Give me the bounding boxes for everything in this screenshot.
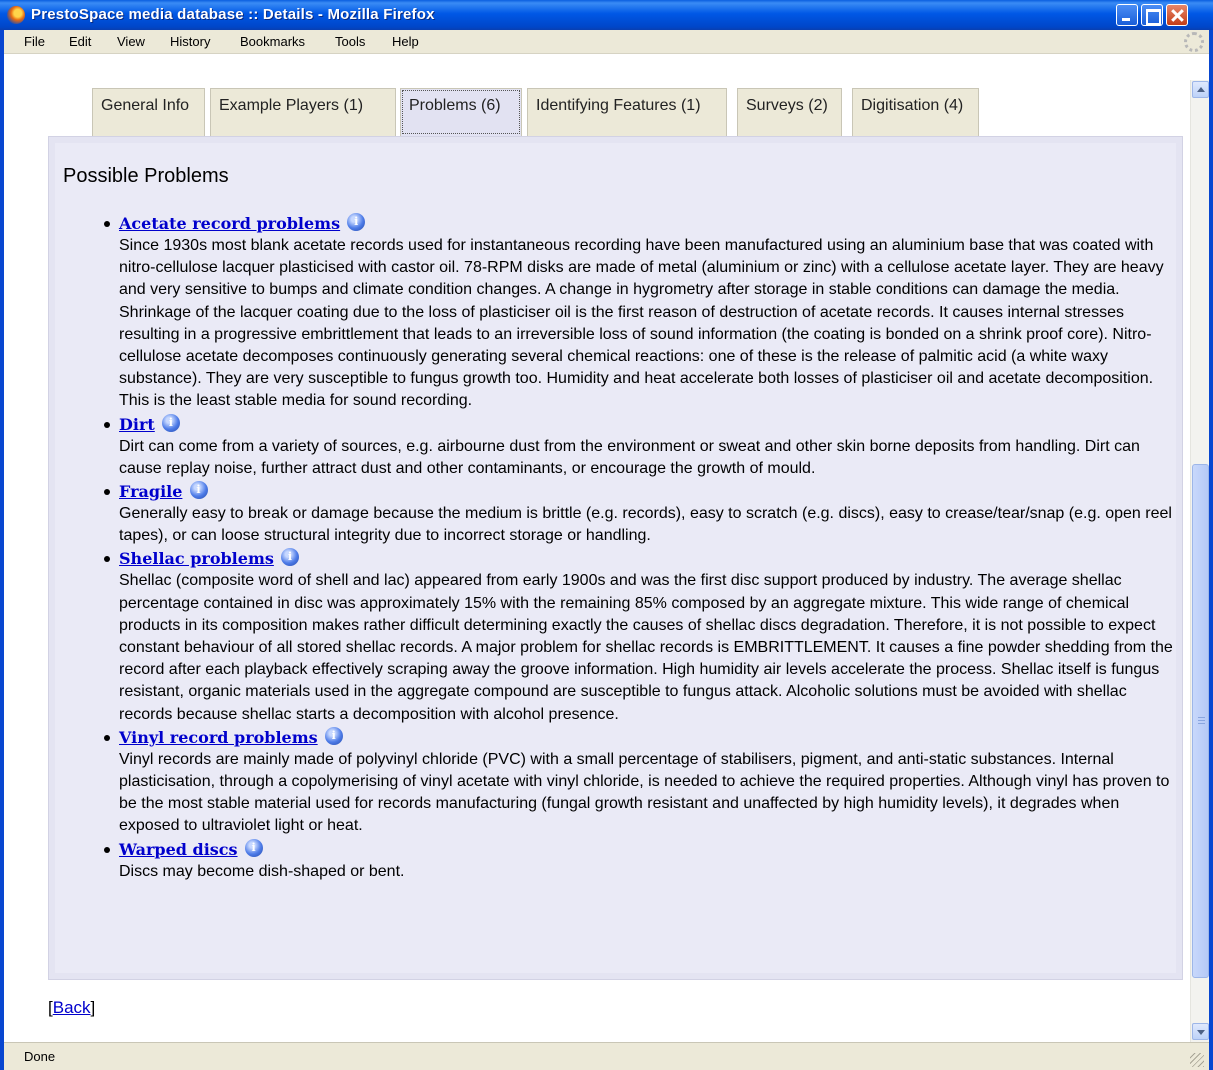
arrow-down-icon: [1197, 1030, 1205, 1035]
list-item: Vinyl record problems i Vinyl records ar…: [55, 726, 1176, 838]
menu-edit[interactable]: Edit: [69, 34, 91, 49]
window-title: PrestoSpace media database :: Details - …: [31, 6, 435, 23]
grip-line: [1198, 723, 1205, 724]
resize-grip-icon[interactable]: [1190, 1053, 1204, 1067]
back-bracket-close: ]: [90, 998, 96, 1017]
problem-link-warped[interactable]: Warped discs: [119, 840, 238, 859]
bullet: [104, 489, 110, 496]
tab-example-players[interactable]: Example Players (1): [210, 88, 396, 136]
list-item: Acetate record problems i Since 1930s mo…: [55, 213, 1176, 413]
vertical-scrollbar[interactable]: [1190, 80, 1209, 1042]
problem-link-fragile[interactable]: Fragile: [119, 482, 182, 501]
scroll-up-button[interactable]: [1192, 81, 1209, 98]
tab-digitisation[interactable]: Digitisation (4): [852, 88, 979, 136]
back-link[interactable]: Back: [53, 998, 91, 1017]
back-container: [Back]: [48, 998, 95, 1018]
minimize-button[interactable]: [1116, 4, 1138, 26]
menu-help[interactable]: Help: [392, 34, 419, 49]
problem-description: Discs may become dish-shaped or bent.: [119, 862, 405, 880]
info-icon[interactable]: i: [347, 213, 366, 231]
problem-link-shellac[interactable]: Shellac problems: [119, 549, 274, 568]
problem-description: Shellac (composite word of shell and lac…: [119, 572, 1173, 723]
window-titlebar[interactable]: PrestoSpace media database :: Details - …: [0, 0, 1213, 30]
info-icon[interactable]: i: [280, 548, 299, 567]
bullet: [104, 221, 110, 227]
list-item: Warped discs i Discs may become dish-sha…: [55, 838, 1176, 883]
grip-line: [1198, 717, 1205, 718]
menu-history[interactable]: History: [170, 34, 210, 49]
tab-surveys[interactable]: Surveys (2): [737, 88, 842, 136]
tab-general-info[interactable]: General Info: [92, 88, 205, 136]
section-title: Possible Problems: [63, 165, 229, 187]
problem-link-dirt[interactable]: Dirt: [119, 415, 155, 434]
info-icon[interactable]: i: [161, 413, 180, 432]
problem-link-acetate[interactable]: Acetate record problems: [119, 214, 340, 233]
bullet: [104, 846, 110, 853]
problem-description: Vinyl records are mainly made of polyvin…: [119, 750, 1170, 835]
bullet: [104, 421, 110, 428]
info-icon[interactable]: i: [244, 838, 263, 857]
menu-file[interactable]: File: [24, 34, 45, 49]
arrow-up-icon: [1197, 87, 1205, 92]
list-item: Dirt i Dirt can come from a variety of s…: [55, 413, 1176, 480]
status-text: Done: [24, 1049, 56, 1064]
tab-identifying-features[interactable]: Identifying Features (1): [527, 88, 727, 136]
menu-bar: File Edit View History Bookmarks Tools H…: [4, 30, 1209, 54]
menu-bookmarks[interactable]: Bookmarks: [240, 34, 305, 49]
problems-panel-inner: Possible Problems Acetate record problem…: [55, 143, 1176, 973]
firefox-icon: [7, 6, 25, 24]
info-icon[interactable]: i: [189, 481, 208, 500]
problem-list: Acetate record problems i Since 1930s mo…: [55, 213, 1176, 884]
scroll-down-button[interactable]: [1192, 1023, 1209, 1040]
problem-link-vinyl[interactable]: Vinyl record problems: [119, 728, 318, 747]
throbber-icon: [1184, 32, 1204, 52]
menu-view[interactable]: View: [117, 34, 145, 49]
window-frame-left: [0, 30, 4, 1070]
maximize-button[interactable]: [1141, 4, 1163, 26]
info-icon[interactable]: i: [324, 726, 343, 745]
problem-description: Dirt can come from a variety of sources,…: [119, 437, 1140, 477]
menu-tools[interactable]: Tools: [335, 34, 365, 49]
grip-line: [1198, 720, 1205, 721]
bullet: [104, 556, 110, 563]
page-viewport: General Info Example Players (1) Problem…: [10, 80, 1190, 1042]
problem-description: Since 1930s most blank acetate records u…: [119, 237, 1164, 410]
bullet: [104, 734, 110, 741]
scroll-thumb[interactable]: [1192, 464, 1209, 978]
window-frame-right: [1209, 30, 1213, 1070]
tab-problems[interactable]: Problems (6): [400, 88, 522, 136]
list-item: Fragile i Generally easy to break or dam…: [55, 481, 1176, 547]
list-item: Shellac problems i Shellac (composite wo…: [55, 548, 1176, 725]
problem-description: Generally easy to break or damage becaus…: [119, 505, 1172, 545]
problems-panel: Possible Problems Acetate record problem…: [48, 136, 1183, 980]
status-bar: Done: [4, 1042, 1209, 1070]
close-button[interactable]: [1166, 4, 1188, 26]
